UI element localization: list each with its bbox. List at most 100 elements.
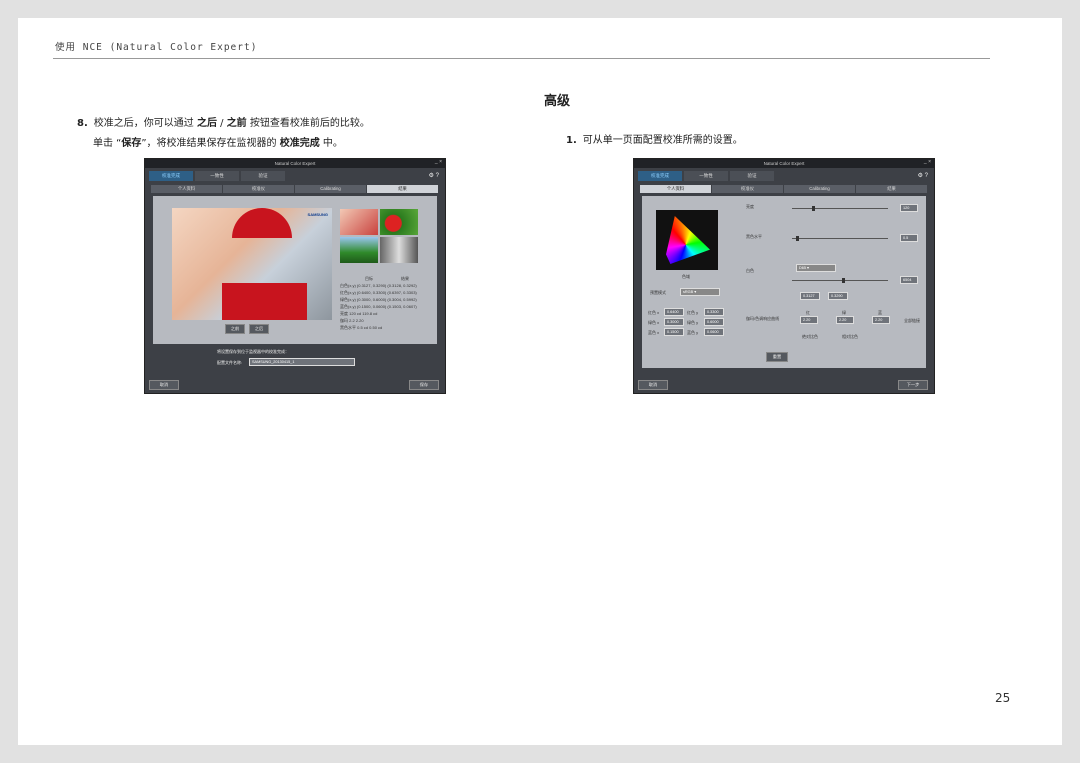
stat-result: 119.8 cd — [362, 311, 378, 316]
save-button[interactable]: 保存 — [409, 380, 439, 390]
brightness-value[interactable]: 120 — [900, 204, 918, 212]
slider-knob[interactable] — [796, 236, 799, 241]
white-preset-select[interactable]: D65 ▾ — [796, 264, 836, 272]
text: / — [216, 118, 227, 129]
stat-label: 红色(x,y) — [340, 290, 356, 295]
stats-result-header: 结果 — [401, 276, 409, 281]
white-y-input[interactable]: 0.3290 — [828, 292, 848, 300]
window-title: Natural Color Expert — [145, 159, 445, 168]
preset-select[interactable]: sRGB ▾ — [680, 288, 720, 296]
window-controls: _ × — [434, 159, 442, 165]
toolbar-icons: ⚙ ? — [429, 172, 439, 179]
gamma-blue-input[interactable]: 2.20 — [872, 316, 890, 324]
red-y-input[interactable]: 0.3300 — [704, 308, 724, 316]
gamma-link-option[interactable]: 全部链接 — [904, 318, 920, 324]
tab-bar: 校准完成 一致性 验证 — [638, 171, 776, 181]
stat-target: (0.3000, 0.6000) — [356, 297, 387, 302]
reset-button[interactable]: 重置 — [766, 352, 788, 362]
text: 单击 “ — [93, 138, 122, 149]
gamma-option-absolute[interactable]: 绝对比色 — [802, 334, 818, 340]
brightness-slider[interactable] — [792, 206, 888, 211]
green-x-input[interactable]: 0.3000 — [664, 318, 684, 326]
brightness-label: 亮度 — [746, 204, 754, 209]
header-divider — [53, 58, 990, 59]
text: 校准之后，你可以通过 — [93, 118, 197, 129]
white-x-input[interactable]: 0.3127 — [800, 292, 820, 300]
gamma-red-input[interactable]: 2.20 — [800, 316, 818, 324]
filename-input[interactable]: SAMSUNG_20130415_1 — [249, 358, 355, 366]
stat-row: 伽玛 2.2 2.20 — [340, 318, 364, 324]
white-preset-value: D65 — [799, 266, 806, 270]
thumb-landscape[interactable] — [340, 237, 378, 263]
bold-save: 保存 — [121, 138, 142, 149]
stat-result: (0.6397, 0.3303) — [387, 290, 417, 295]
tab-verify[interactable]: 验证 — [730, 171, 774, 181]
red-x-input[interactable]: 0.6400 — [664, 308, 684, 316]
white-value[interactable]: 6504 — [900, 276, 918, 284]
cancel-button[interactable]: 取消 — [638, 380, 668, 390]
tab-bar: 校准完成 一致性 验证 — [149, 171, 287, 181]
cancel-button[interactable]: 取消 — [149, 380, 179, 390]
stat-target: (0.1500, 0.0600) — [356, 304, 387, 309]
next-button[interactable]: 下一步 — [898, 380, 928, 390]
help-icon[interactable]: ? — [436, 173, 439, 179]
step-result: 结果 — [856, 185, 927, 193]
preset-value: sRGB — [683, 290, 694, 294]
screenshot-result: Natural Color Expert _ × 校准完成 一致性 验证 ⚙ ?… — [144, 158, 446, 394]
samsung-logo: SAMSUNG — [307, 212, 328, 217]
thumb-bw-couple[interactable] — [380, 237, 418, 263]
step-text: 可从单一页面配置校准所需的设置。 — [582, 135, 743, 146]
red-y-label: 红色 y — [687, 310, 699, 315]
text: ”，将校准结果保存在监视器的 — [141, 138, 280, 149]
bold-calibrated: 校准完成 — [279, 138, 320, 149]
stat-row: 白色(x,y) (0.3127, 0.3290) (0.3128, 0.3292… — [340, 283, 417, 289]
step-number: 8. — [77, 118, 88, 129]
stat-label: 亮度 — [340, 311, 348, 316]
black-level-value[interactable]: 0.5 — [900, 234, 918, 242]
green-y-input[interactable]: 0.6000 — [704, 318, 724, 326]
stat-row: 黑色水平 0.5 cd 0.50 cd — [340, 325, 382, 331]
gear-icon[interactable]: ⚙ — [918, 173, 923, 179]
text: 按钮查看校准前后的比较。 — [246, 118, 370, 129]
after-button[interactable]: 之后 — [249, 324, 269, 334]
gamma-label: 伽玛/色调响应曲线 — [746, 316, 780, 321]
blue-x-input[interactable]: 0.1500 — [664, 328, 684, 336]
stat-result: 2.20 — [355, 318, 364, 323]
tab-uniformity[interactable]: 一致性 — [684, 171, 728, 181]
white-slider[interactable] — [792, 278, 888, 283]
slider-knob[interactable] — [812, 206, 815, 211]
page-header: 使用 NCE (Natural Color Expert) — [55, 42, 258, 53]
step-bar: 个人资料 校准仪 Calibrating 结果 — [151, 185, 439, 193]
stat-label: 伽玛 — [340, 318, 348, 323]
tab-calibrated[interactable]: 校准完成 — [638, 171, 682, 181]
window-title: Natural Color Expert — [634, 159, 934, 168]
before-button[interactable]: 之前 — [225, 324, 245, 334]
thumb-apples[interactable] — [380, 209, 418, 235]
black-level-slider[interactable] — [792, 236, 888, 241]
stats-target-header: 目标 — [365, 276, 373, 281]
tab-uniformity[interactable]: 一致性 — [195, 171, 239, 181]
gamma-green-input[interactable]: 2.20 — [836, 316, 854, 324]
text: 中。 — [319, 138, 343, 149]
toolbar-icons: ⚙ ? — [918, 172, 928, 179]
stat-row: 亮度 120 cd 119.8 cd — [340, 311, 377, 317]
blue-y-input[interactable]: 0.0600 — [704, 328, 724, 336]
step-result: 结果 — [367, 185, 438, 193]
thumb-baby[interactable] — [340, 209, 378, 235]
page-number: 25 — [995, 691, 1011, 705]
stat-row: 蓝色(x,y) (0.1500, 0.0600) (0.1503, 0.0607… — [340, 304, 417, 310]
tab-verify[interactable]: 验证 — [241, 171, 285, 181]
gamma-option-relative[interactable]: 相对比色 — [842, 334, 858, 340]
red-clothes — [222, 283, 307, 320]
stat-result: (0.3004, 0.5992) — [387, 297, 417, 302]
stat-row: 红色(x,y) (0.6400, 0.3300) (0.6397, 0.3303… — [340, 290, 417, 296]
stat-label: 白色(x,y) — [340, 283, 356, 288]
bold-after: 之后 — [196, 118, 217, 129]
sample-photo: SAMSUNG — [172, 208, 332, 320]
cie-diagram — [666, 216, 710, 264]
slider-knob[interactable] — [842, 278, 845, 283]
tab-calibrated[interactable]: 校准完成 — [149, 171, 193, 181]
help-icon[interactable]: ? — [925, 173, 928, 179]
advanced-step-1: 1. 可从单一页面配置校准所需的设置。 — [566, 134, 743, 148]
gear-icon[interactable]: ⚙ — [429, 173, 434, 179]
